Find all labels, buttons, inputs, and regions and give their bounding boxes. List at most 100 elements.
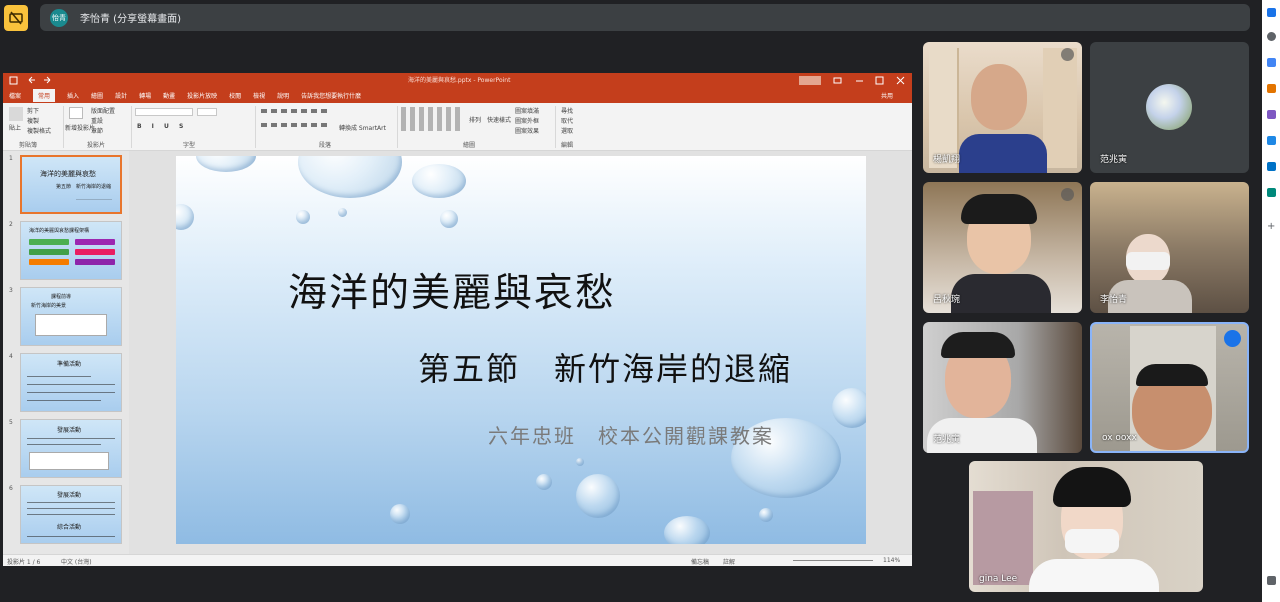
thumb-title: 海洋的美麗與哀愁課程架構 bbox=[29, 228, 90, 234]
mic-off-icon bbox=[1061, 188, 1074, 201]
share-button[interactable]: 共用 bbox=[881, 91, 893, 100]
slide-subtitle[interactable]: 第五節 新竹海岸的退縮 bbox=[418, 344, 792, 390]
paste-button[interactable]: 貼上 bbox=[9, 123, 21, 132]
slide-thumb-6[interactable]: 發展活動 綜合活動 bbox=[20, 485, 122, 544]
extension-icon[interactable] bbox=[1267, 58, 1276, 67]
comments-button[interactable]: 註解 bbox=[723, 557, 735, 566]
thumb-subtitle: 新竹海岸的美景 bbox=[31, 303, 67, 309]
arrange-button[interactable]: 排列 bbox=[469, 115, 481, 124]
panel-icon[interactable] bbox=[1267, 576, 1276, 585]
signin-button[interactable] bbox=[799, 76, 821, 85]
paragraph-align-buttons[interactable] bbox=[261, 123, 331, 127]
close-icon[interactable] bbox=[896, 76, 905, 85]
undo-icon[interactable] bbox=[27, 76, 36, 85]
slide-thumbnail-pane: 1 海洋的美麗與哀愁 第五節 新竹海岸的退縮 2 海洋的美麗與哀愁課程架構 3 … bbox=[3, 151, 129, 554]
participant-tile-active-speaker[interactable]: ox ooxx bbox=[1090, 322, 1249, 453]
present-stop-icon[interactable] bbox=[4, 5, 28, 31]
outlook-icon[interactable] bbox=[1267, 162, 1276, 171]
search-icon[interactable] bbox=[1267, 32, 1276, 41]
tab-help[interactable]: 說明 bbox=[277, 91, 289, 100]
layout-button[interactable]: 版面配置 bbox=[91, 106, 115, 115]
avatar bbox=[1146, 84, 1192, 130]
redo-icon[interactable] bbox=[43, 76, 52, 85]
thumb-title: 發展活動 bbox=[57, 427, 82, 434]
add-icon[interactable]: + bbox=[1267, 222, 1276, 232]
slide-thumb-4[interactable]: 準備活動 bbox=[20, 353, 122, 412]
tab-slideshow[interactable]: 投影片放映 bbox=[187, 91, 217, 100]
shape-outline-button[interactable]: 圖案外框 bbox=[515, 116, 539, 125]
notes-button[interactable]: 備忘稿 bbox=[691, 557, 709, 566]
replace-button[interactable]: 取代 bbox=[561, 116, 573, 125]
maximize-icon[interactable] bbox=[875, 76, 884, 85]
tasks-icon[interactable] bbox=[1267, 136, 1276, 145]
zoom-slider[interactable] bbox=[793, 560, 873, 561]
reset-button[interactable]: 重設 bbox=[91, 116, 103, 125]
new-slide-icon[interactable] bbox=[69, 107, 83, 119]
participant-tile[interactable]: 楊凱翔 bbox=[923, 42, 1082, 173]
zoom-level[interactable]: 114% bbox=[883, 557, 900, 564]
font-name-select[interactable] bbox=[135, 108, 193, 116]
participant-tile[interactable]: 呂秋琬 bbox=[923, 182, 1082, 313]
find-button[interactable]: 尋找 bbox=[561, 106, 573, 115]
participant-tile[interactable]: 范兆寅 bbox=[1090, 42, 1249, 173]
group-drawing: 繪圖 bbox=[463, 142, 476, 149]
paragraph-list-buttons[interactable] bbox=[261, 109, 331, 113]
slide-counter: 投影片 1 / 6 bbox=[7, 559, 41, 566]
thumb-subtitle: 第五節 新竹海岸的退縮 bbox=[56, 184, 112, 190]
thumb-number: 5 bbox=[9, 419, 13, 426]
tab-insert[interactable]: 插入 bbox=[67, 91, 79, 100]
tab-review[interactable]: 校閱 bbox=[229, 91, 241, 100]
browser-extension-strip: + bbox=[1262, 0, 1280, 602]
slide-thumb-3[interactable]: 課程前導 新竹海岸的美景 bbox=[20, 287, 122, 346]
slide-thumb-5[interactable]: 發展活動 bbox=[20, 419, 122, 478]
tell-me-search[interactable]: 告訴我您想要執行什麼 bbox=[301, 91, 361, 100]
shapes-gallery[interactable] bbox=[401, 107, 463, 131]
slide-thumb-1[interactable]: 海洋的美麗與哀愁 第五節 新竹海岸的退縮 bbox=[20, 155, 122, 214]
participant-name: 呂秋琬 bbox=[933, 295, 961, 305]
thumb-number: 3 bbox=[9, 287, 13, 294]
ribbon-display-icon[interactable] bbox=[833, 76, 842, 85]
paste-icon[interactable] bbox=[9, 107, 23, 121]
tab-design[interactable]: 設計 bbox=[115, 91, 127, 100]
slide-thumb-2[interactable]: 海洋的美麗與哀愁課程架構 bbox=[20, 221, 122, 280]
participant-name: ox ooxx bbox=[1102, 433, 1137, 443]
ppt-title-bar: 海洋的美麗與哀愁.pptx - PowerPoint bbox=[3, 73, 912, 88]
shape-fill-button[interactable]: 圖案填滿 bbox=[515, 106, 539, 115]
person-icon[interactable] bbox=[1267, 110, 1276, 119]
window-title: 海洋的美麗與哀愁.pptx - PowerPoint bbox=[408, 77, 511, 84]
tab-file[interactable]: 檔案 bbox=[9, 91, 21, 100]
slide-title[interactable]: 海洋的美麗與哀愁 bbox=[288, 262, 616, 318]
thumb-title: 海洋的美麗與哀愁 bbox=[40, 170, 96, 178]
tab-view[interactable]: 檢視 bbox=[253, 91, 265, 100]
shape-effects-button[interactable]: 圖案效果 bbox=[515, 126, 539, 135]
tab-home[interactable]: 常用 bbox=[33, 89, 56, 102]
current-slide[interactable]: 海洋的美麗與哀愁 第五節 新竹海岸的退縮 六年忠班 校本公開觀課教案 bbox=[176, 156, 866, 544]
thumb-number: 6 bbox=[9, 485, 13, 492]
tab-draw[interactable]: 繪圖 bbox=[91, 91, 103, 100]
quick-styles-button[interactable]: 快速樣式 bbox=[487, 115, 511, 124]
tab-animations[interactable]: 動畫 bbox=[163, 91, 175, 100]
save-icon[interactable] bbox=[9, 76, 18, 85]
presenter-avatar: 怡青 bbox=[50, 8, 68, 27]
minimize-icon[interactable] bbox=[855, 76, 864, 85]
participant-tile[interactable]: 范兆寅 bbox=[923, 322, 1082, 453]
speaking-indicator-icon bbox=[1224, 330, 1241, 347]
participant-tile[interactable]: 李怡青 bbox=[1090, 182, 1249, 313]
cart-icon[interactable] bbox=[1267, 188, 1276, 197]
google-icon[interactable] bbox=[1267, 8, 1276, 17]
tab-transitions[interactable]: 轉場 bbox=[139, 91, 151, 100]
section-button[interactable]: 章節 bbox=[91, 126, 103, 135]
format-painter-button[interactable]: 複製格式 bbox=[27, 126, 51, 135]
group-editing: 編輯 bbox=[561, 142, 574, 149]
slide-caption[interactable]: 六年忠班 校本公開觀課教案 bbox=[488, 420, 774, 449]
cut-button[interactable]: 剪下 bbox=[27, 106, 39, 115]
font-style-buttons[interactable]: B I U S bbox=[137, 123, 187, 130]
copy-button[interactable]: 複製 bbox=[27, 116, 39, 125]
select-button[interactable]: 選取 bbox=[561, 126, 573, 135]
language-indicator[interactable]: 中文 (台灣) bbox=[61, 557, 92, 566]
participant-tile[interactable]: gina Lee bbox=[969, 461, 1203, 592]
thumb-number: 2 bbox=[9, 221, 13, 228]
smartart-button[interactable]: 轉換成 SmartArt bbox=[339, 123, 386, 132]
briefcase-icon[interactable] bbox=[1267, 84, 1276, 93]
font-size-select[interactable] bbox=[197, 108, 217, 116]
